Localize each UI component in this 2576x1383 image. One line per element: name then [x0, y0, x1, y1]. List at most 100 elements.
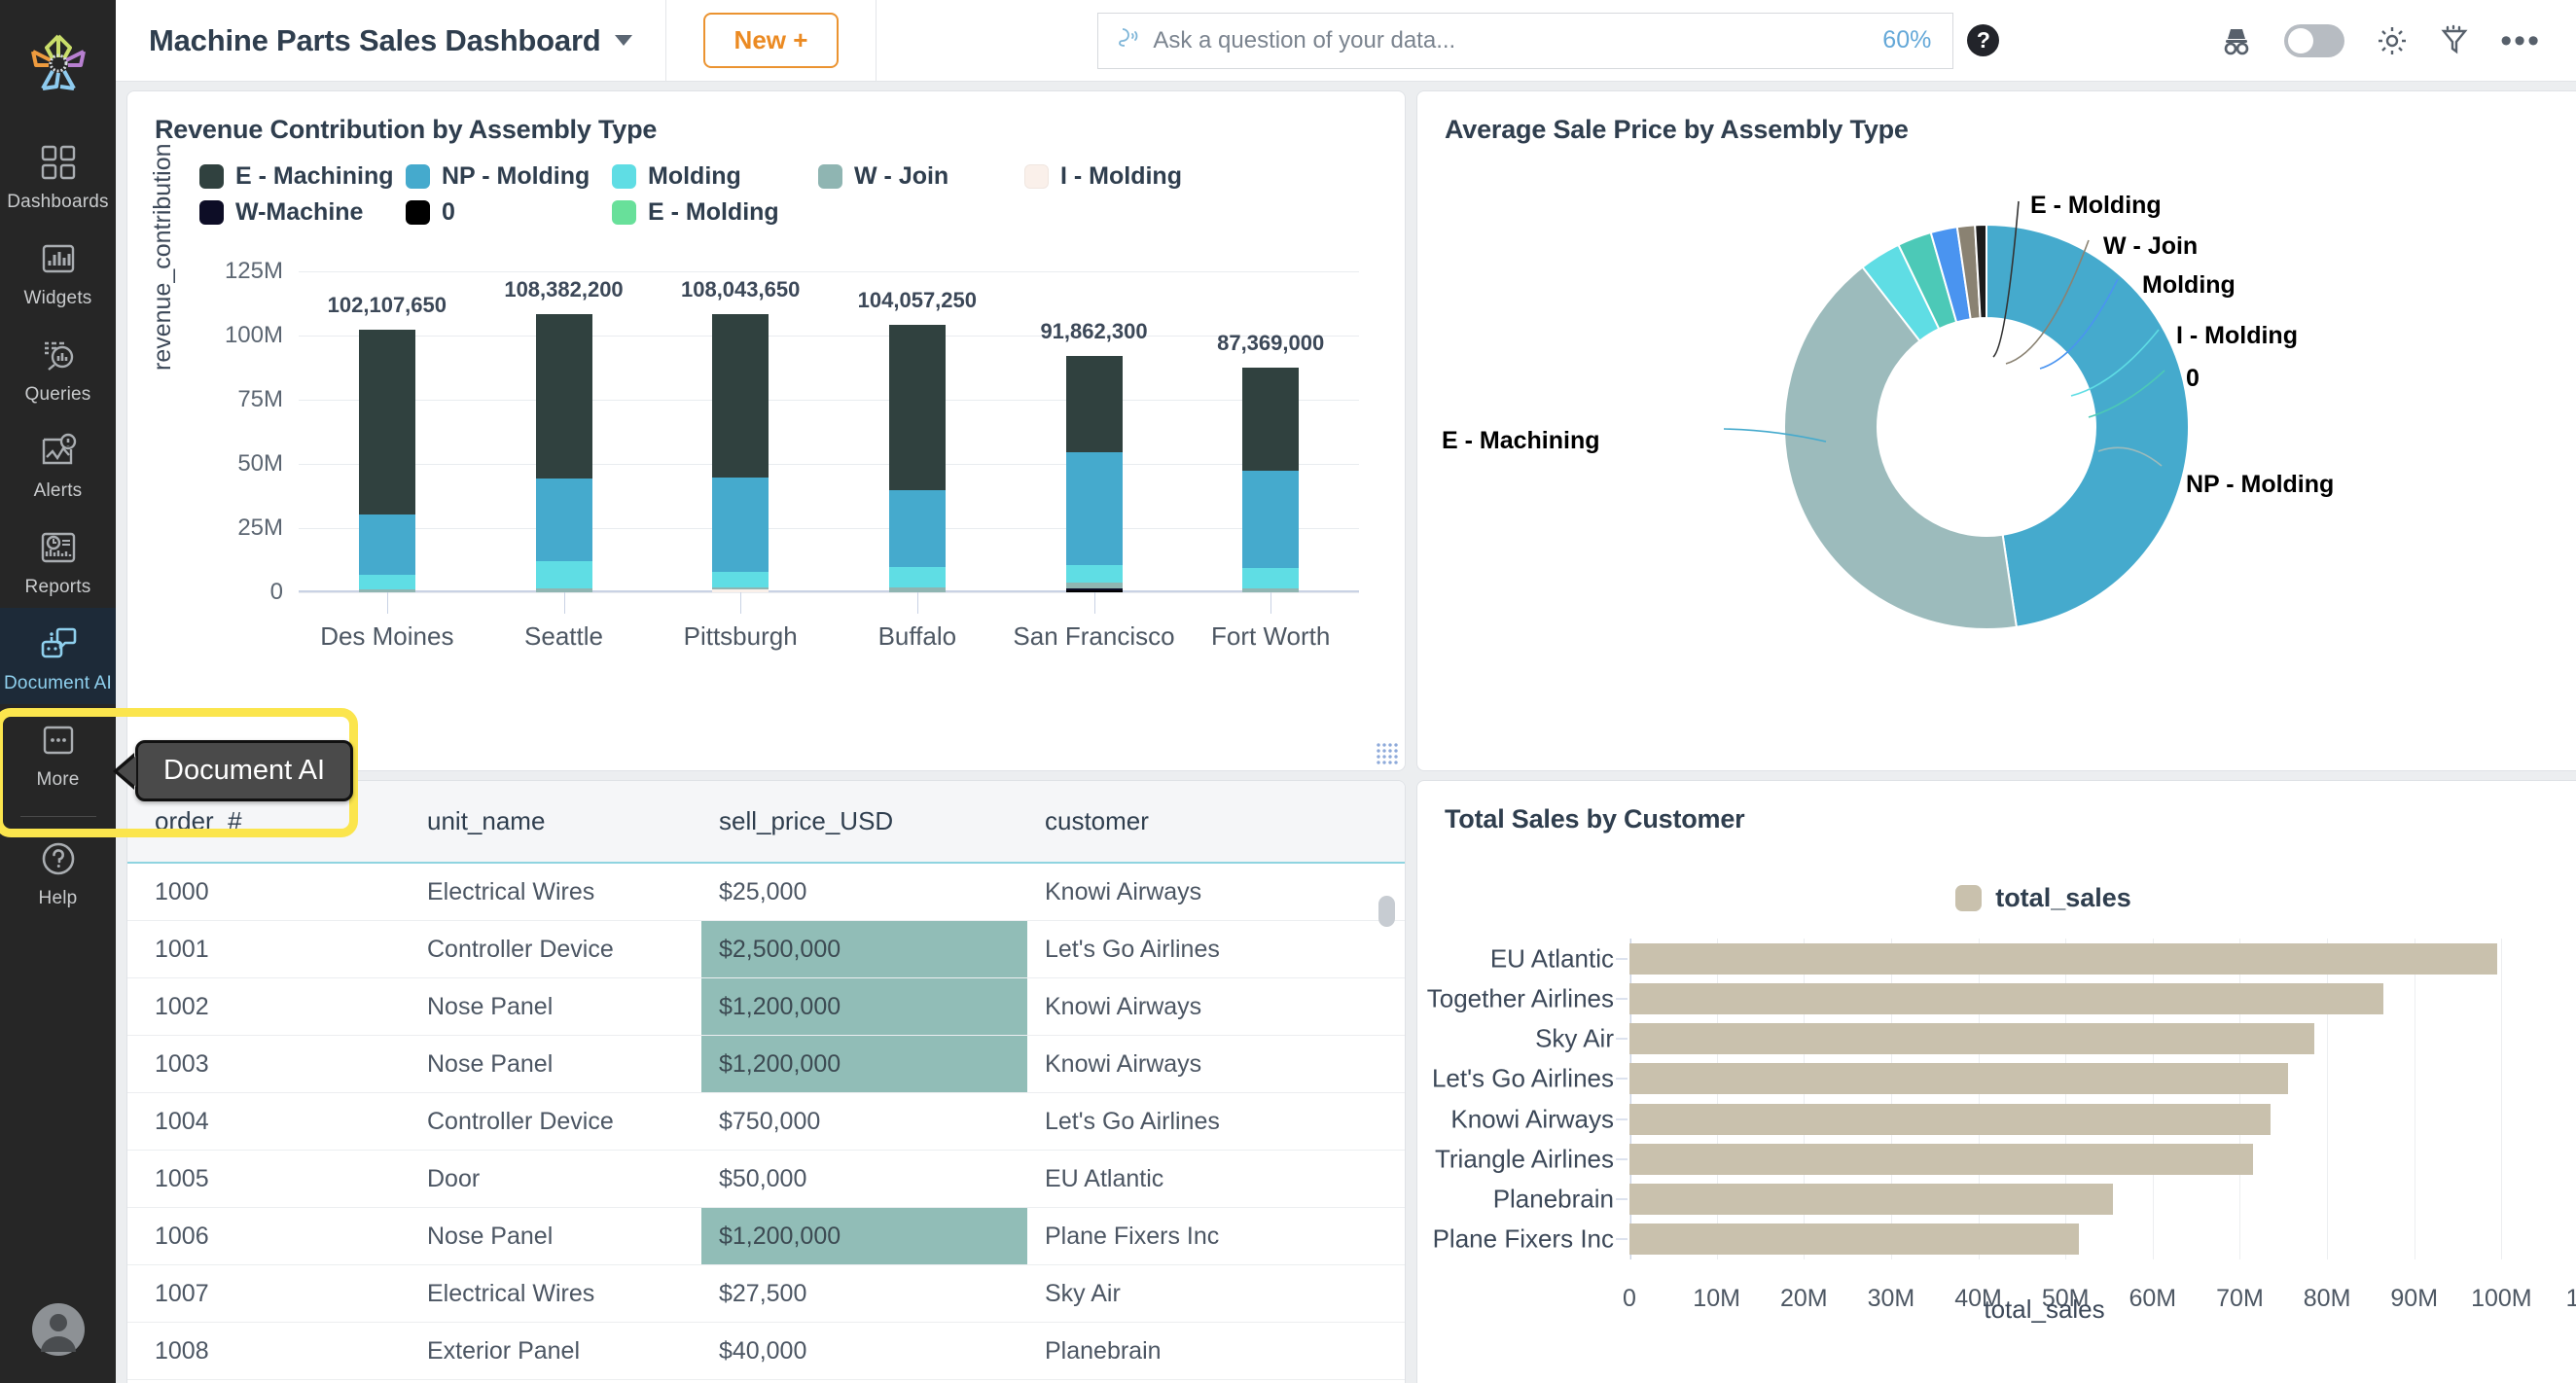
- legend-item[interactable]: W - Join: [818, 162, 1024, 191]
- x-axis-label: total_sales: [1417, 1294, 2576, 1325]
- table-scrollbar-thumb[interactable]: [1378, 896, 1395, 927]
- cell-order: 1003: [127, 1036, 410, 1093]
- dashboards-grid-icon: [36, 140, 81, 185]
- table-row[interactable]: 1000Electrical Wires$25,000Knowi Airways: [127, 863, 1406, 921]
- bar[interactable]: [1629, 983, 2383, 1014]
- toggle-switch[interactable]: [2284, 24, 2344, 57]
- more-options-icon[interactable]: •••: [2500, 36, 2541, 46]
- top-bar: Machine Parts Sales Dashboard New + 60%: [116, 0, 2576, 82]
- cell-order: 1000: [127, 863, 410, 921]
- cell-sell-price: $50,000: [701, 1151, 1027, 1208]
- search-box[interactable]: 60%: [1097, 13, 1953, 69]
- table-row[interactable]: 1008Exterior Panel$40,000Planebrain: [127, 1323, 1406, 1380]
- legend-swatch: [612, 200, 636, 225]
- sidebar-item-help[interactable]: Help: [0, 823, 116, 919]
- app-logo[interactable]: [0, 0, 116, 126]
- legend-item[interactable]: I - Molding: [1024, 162, 1231, 191]
- y-axis-tick: Sky Air: [1535, 1024, 1614, 1054]
- sidebar-item-dashboards[interactable]: Dashboards: [0, 126, 116, 223]
- gear-icon[interactable]: [2376, 24, 2409, 57]
- plot-area: 025M50M75M100M125M102,107,650Des Moines1…: [299, 271, 1359, 592]
- search-zone: 60% ?: [877, 13, 2220, 69]
- donut-slice-label: 0: [2186, 365, 2200, 393]
- gridline: [2501, 939, 2502, 1259]
- donut-slice[interactable]: [1784, 267, 2017, 629]
- sidebar-item-queries[interactable]: Queries: [0, 319, 116, 415]
- table-row[interactable]: 1001Controller Device$2,500,000Let's Go …: [127, 921, 1406, 978]
- help-icon[interactable]: ?: [1967, 24, 1999, 56]
- bar-value-label: 87,369,000: [1217, 331, 1324, 356]
- legend-swatch: [1024, 164, 1049, 189]
- legend-item[interactable]: W-Machine: [199, 198, 406, 227]
- cell-sell-price: $1,200,000: [701, 978, 1027, 1036]
- widgets-bar-icon: [36, 236, 81, 281]
- bar-stack[interactable]: 104,057,250Buffalo: [889, 325, 946, 592]
- avatar[interactable]: [0, 1276, 116, 1383]
- cell-order: 1007: [127, 1265, 410, 1323]
- chevron-down-icon[interactable]: [615, 35, 632, 46]
- y-tick-mark: [1616, 1239, 1628, 1240]
- legend-item[interactable]: Molding: [612, 162, 818, 191]
- main-area: Machine Parts Sales Dashboard New + 60%: [116, 0, 2576, 1383]
- bar-stack[interactable]: 108,043,650Pittsburgh: [712, 314, 769, 592]
- table-row[interactable]: 1004Controller Device$750,000Let's Go Ai…: [127, 1093, 1406, 1151]
- bar-stack[interactable]: 87,369,000Fort Worth: [1242, 368, 1299, 592]
- dashboard-canvas: Revenue Contribution by Assembly Type E …: [116, 82, 2576, 1383]
- column-header-price[interactable]: sell_price_USD: [701, 781, 1027, 863]
- table-row[interactable]: 1002Nose Panel$1,200,000Knowi Airways: [127, 978, 1406, 1036]
- table-body: 1000Electrical Wires$25,000Knowi Airways…: [127, 863, 1406, 1380]
- legend-item[interactable]: NP - Molding: [406, 162, 612, 191]
- column-header-unit[interactable]: unit_name: [410, 781, 701, 863]
- cell-unit-name: Controller Device: [410, 1093, 701, 1151]
- bar-value-label: 102,107,650: [328, 293, 447, 318]
- legend-item[interactable]: E - Molding: [612, 198, 818, 227]
- bar-stack[interactable]: 102,107,650Des Moines: [359, 330, 415, 592]
- bar[interactable]: [1629, 1223, 2079, 1255]
- legend-swatch: [406, 200, 430, 225]
- bar-segment: [1066, 356, 1123, 453]
- cell-sell-price: $2,500,000: [701, 921, 1027, 978]
- sidebar-item-alerts[interactable]: Alerts: [0, 415, 116, 512]
- bar[interactable]: [1629, 1063, 2288, 1094]
- cell-customer: Let's Go Airlines: [1027, 921, 1406, 978]
- cell-order: 1008: [127, 1323, 410, 1380]
- cell-unit-name: Nose Panel: [410, 1036, 701, 1093]
- sidebar-item-reports[interactable]: Reports: [0, 512, 116, 608]
- sidebar-item-widgets[interactable]: Widgets: [0, 223, 116, 319]
- legend-label: W - Join: [854, 162, 948, 191]
- x-axis-tick: Fort Worth: [1211, 621, 1330, 652]
- bar[interactable]: [1629, 1023, 2314, 1054]
- table-row[interactable]: 1003Nose Panel$1,200,000Knowi Airways: [127, 1036, 1406, 1093]
- y-tick-mark: [1616, 1118, 1628, 1119]
- legend-item[interactable]: E - Machining: [199, 162, 406, 191]
- x-axis-tick: Des Moines: [320, 621, 453, 652]
- column-header-customer[interactable]: customer: [1027, 781, 1406, 863]
- legend-item[interactable]: 0: [406, 198, 612, 227]
- cell-customer: EU Atlantic: [1027, 1151, 1406, 1208]
- search-input[interactable]: [1153, 27, 1873, 54]
- bar-stack[interactable]: 91,862,300San Francisco: [1066, 356, 1123, 592]
- sidebar-item-label: Queries: [25, 384, 91, 406]
- x-tick-mark: [387, 592, 388, 614]
- sidebar-item-more[interactable]: More: [0, 704, 116, 800]
- table-row[interactable]: 1006Nose Panel$1,200,000Plane Fixers Inc: [127, 1208, 1406, 1265]
- bar-value-label: 108,382,200: [504, 277, 623, 302]
- table-row[interactable]: 1007Electrical Wires$27,500Sky Air: [127, 1265, 1406, 1323]
- incognito-icon[interactable]: [2220, 24, 2253, 57]
- y-axis-tick: Triangle Airlines: [1435, 1144, 1614, 1174]
- left-sidebar: Dashboards Widgets: [0, 0, 116, 1383]
- bar-stack[interactable]: 108,382,200Seattle: [536, 314, 592, 592]
- bar[interactable]: [1629, 943, 2497, 975]
- donut-slice-label: NP - Molding: [2186, 471, 2334, 499]
- table-row[interactable]: 1005Door$50,000EU Atlantic: [127, 1151, 1406, 1208]
- panel-orders-table: order_# unit_name sell_price_USD custome…: [126, 780, 1406, 1383]
- legend-swatch: [818, 164, 842, 189]
- bar[interactable]: [1629, 1104, 2271, 1135]
- filter-icon[interactable]: [2440, 24, 2469, 57]
- bar[interactable]: [1629, 1144, 2253, 1175]
- sidebar-item-document-ai[interactable]: Document AI: [0, 608, 116, 704]
- bar[interactable]: [1629, 1184, 2113, 1215]
- new-button[interactable]: New +: [703, 13, 840, 68]
- cell-customer: Knowi Airways: [1027, 863, 1406, 921]
- panel-resize-grip[interactable]: [1377, 743, 1398, 764]
